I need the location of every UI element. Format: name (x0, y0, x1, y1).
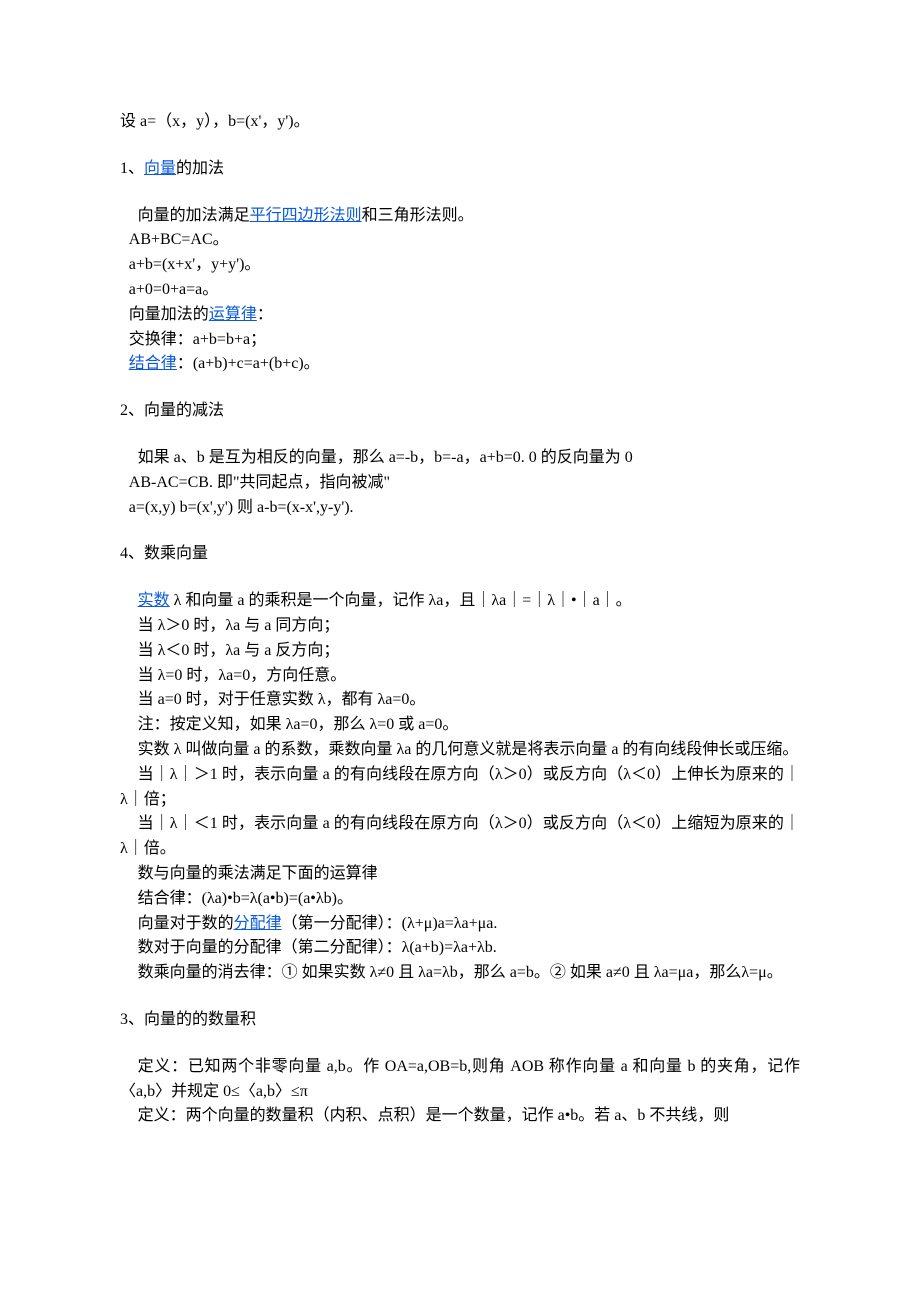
section-3-title: 3、向量的的数量积 (120, 1008, 800, 1033)
sec2-l3: a=(x,y) b=(x',y') 则 a-b=(x-x',y-y'). (120, 496, 800, 521)
sec4-l8: 当｜λ｜＞1 时，表示向量 a 的有向线段在原方向（λ＞0）或反方向（λ＜0）上… (120, 763, 800, 813)
sec4-l6: 注：按定义知，如果 λa=0，那么 λ=0 或 a=0。 (120, 713, 800, 738)
sec4-l9: 当｜λ｜＜1 时，表示向量 a 的有向线段在原方向（λ＞0）或反方向（λ＜0）上… (120, 812, 800, 862)
sec1-num: 1、 (120, 160, 144, 177)
sec1-l3: a+b=(x+x'，y+y')。 (120, 253, 800, 278)
sec1-l2: AB+BC=AC。 (120, 228, 800, 253)
link-distributive-law[interactable]: 分配律 (234, 915, 282, 932)
sec4-l7: 实数 λ 叫做向量 a 的系数，乘数向量 λa 的几何意义就是将表示向量 a 的… (120, 738, 800, 763)
sec4-l11: 结合律：(λa)•b=λ(a•b)=(a•λb)。 (120, 887, 800, 912)
sec3-title-text: 3、向量的的数量积 (120, 1008, 800, 1033)
section-3-body: 定义：已知两个非零向量 a,b。作 OA=a,OB=b,则角 AOB 称作向量 … (120, 1055, 800, 1129)
link-operation-laws[interactable]: 运算律 (209, 306, 257, 323)
link-real-number[interactable]: 实数 (138, 592, 170, 609)
sec4-l3: 当 λ＜0 时，λa 与 a 反方向； (120, 639, 800, 664)
sec3-l2: 定义：两个向量的数量积（内积、点积）是一个数量，记作 a•b。若 a、b 不共线… (120, 1104, 800, 1129)
section-4-body: 实数 λ 和向量 a 的乘积是一个向量，记作 λa，且｜λa｜=｜λ｜•｜a｜。… (120, 589, 800, 986)
intro-block: 设 a=（x，y），b=(x'，y')。 (120, 110, 800, 135)
sec4-title-text: 4、数乘向量 (120, 542, 800, 567)
sec4-l1-post: λ 和向量 a 的乘积是一个向量，记作 λa，且｜λa｜=｜λ｜•｜a｜。 (170, 592, 632, 609)
intro-line: 设 a=（x，y），b=(x'，y')。 (120, 110, 800, 135)
link-vector[interactable]: 向量 (144, 160, 176, 177)
sec1-l4: a+0=0+a=a。 (120, 278, 800, 303)
sec1-l6: 交换律：a+b=b+a； (120, 328, 800, 353)
sec1-l1-post: 和三角形法则。 (362, 207, 474, 224)
link-associative-law[interactable]: 结合律 (129, 355, 177, 372)
section-4-title: 4、数乘向量 (120, 542, 800, 567)
sec1-l5-post: ： (257, 306, 273, 323)
sec3-l1: 定义：已知两个非零向量 a,b。作 OA=a,OB=b,则角 AOB 称作向量 … (120, 1055, 800, 1105)
sec1-title-after: 的加法 (176, 160, 224, 177)
link-parallelogram-rule[interactable]: 平行四边形法则 (250, 207, 362, 224)
sec4-l5: 当 a=0 时，对于任意实数 λ，都有 λa=0。 (120, 688, 800, 713)
sec2-l2: AB-AC=CB. 即"共同起点，指向被减" (120, 471, 800, 496)
sec2-l1: 如果 a、b 是互为相反的向量，那么 a=-b，b=-a，a+b=0. 0 的反… (120, 446, 800, 471)
sec4-l13: 数对于向量的分配律（第二分配律）：λ(a+b)=λa+λb. (120, 936, 800, 961)
document-page: 设 a=（x，y），b=(x'，y')。 1、向量的加法 向量的加法满足平行四边… (0, 0, 920, 1302)
sec1-l1-pre: 向量的加法满足 (138, 207, 250, 224)
section-2-body: 如果 a、b 是互为相反的向量，那么 a=-b，b=-a，a+b=0. 0 的反… (120, 446, 800, 520)
sec1-l5-pre: 向量加法的 (129, 306, 209, 323)
sec2-title-text: 2、向量的减法 (120, 399, 800, 424)
section-2-title: 2、向量的减法 (120, 399, 800, 424)
sec1-l7-post: ：(a+b)+c=a+(b+c)。 (177, 355, 320, 372)
sec4-l14: 数乘向量的消去律：① 如果实数 λ≠0 且 λa=λb，那么 a=b。② 如果 … (120, 961, 800, 986)
sec4-l12-post: （第一分配律）：(λ+μ)a=λa+μa. (282, 915, 498, 932)
sec4-l4: 当 λ=0 时，λa=0，方向任意。 (120, 664, 800, 689)
sec4-l12-pre: 向量对于数的 (138, 915, 234, 932)
section-1-body: 向量的加法满足平行四边形法则和三角形法则。 AB+BC=AC。 a+b=(x+x… (120, 204, 800, 378)
sec4-l10: 数与向量的乘法满足下面的运算律 (120, 862, 800, 887)
sec4-l2: 当 λ＞0 时，λa 与 a 同方向； (120, 614, 800, 639)
section-1-title: 1、向量的加法 (120, 157, 800, 182)
